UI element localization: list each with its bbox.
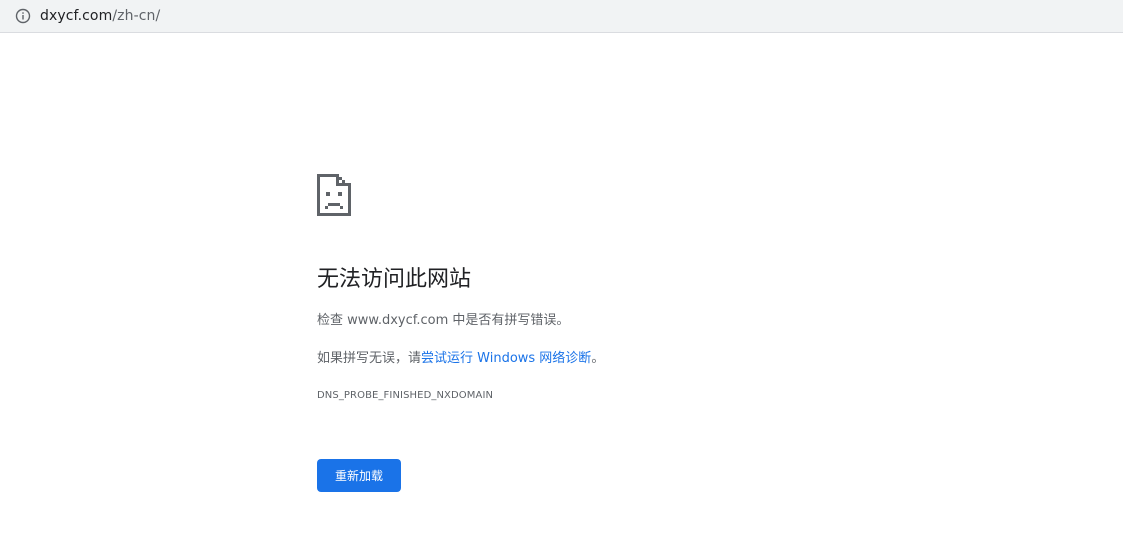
address-bar[interactable]: dxycf.com/zh-cn/ xyxy=(0,0,1123,33)
url-path: /zh-cn/ xyxy=(112,8,161,24)
info-icon[interactable] xyxy=(15,8,31,24)
diagnostics-text: 如果拼写无误，请尝试运行 Windows 网络诊断。 xyxy=(317,349,1017,369)
check-prefix: 检查 xyxy=(317,313,348,328)
error-code: DNS_PROBE_FINISHED_NXDOMAIN xyxy=(317,390,494,401)
network-diagnostics-link[interactable]: 尝试运行 Windows 网络诊断 xyxy=(421,351,591,366)
reload-button[interactable]: 重新加载 xyxy=(317,459,401,492)
spelling-prefix: 如果拼写无误，请 xyxy=(317,351,422,366)
sad-page-icon xyxy=(317,174,1017,216)
error-content: 无法访问此网站 检查 www.dxycf.com 中是否有拼写错误。 如果拼写无… xyxy=(317,174,1017,492)
page-title: 无法访问此网站 xyxy=(317,267,472,292)
check-suffix: 中是否有拼写错误。 xyxy=(448,313,570,328)
url-host: dxycf.com xyxy=(40,8,113,24)
check-spelling-text: 检查 www.dxycf.com 中是否有拼写错误。 xyxy=(317,311,1017,331)
check-domain: www.dxycf.com xyxy=(347,313,449,328)
spelling-suffix: 。 xyxy=(591,351,605,366)
url-text[interactable]: dxycf.com/zh-cn/ xyxy=(40,8,160,24)
